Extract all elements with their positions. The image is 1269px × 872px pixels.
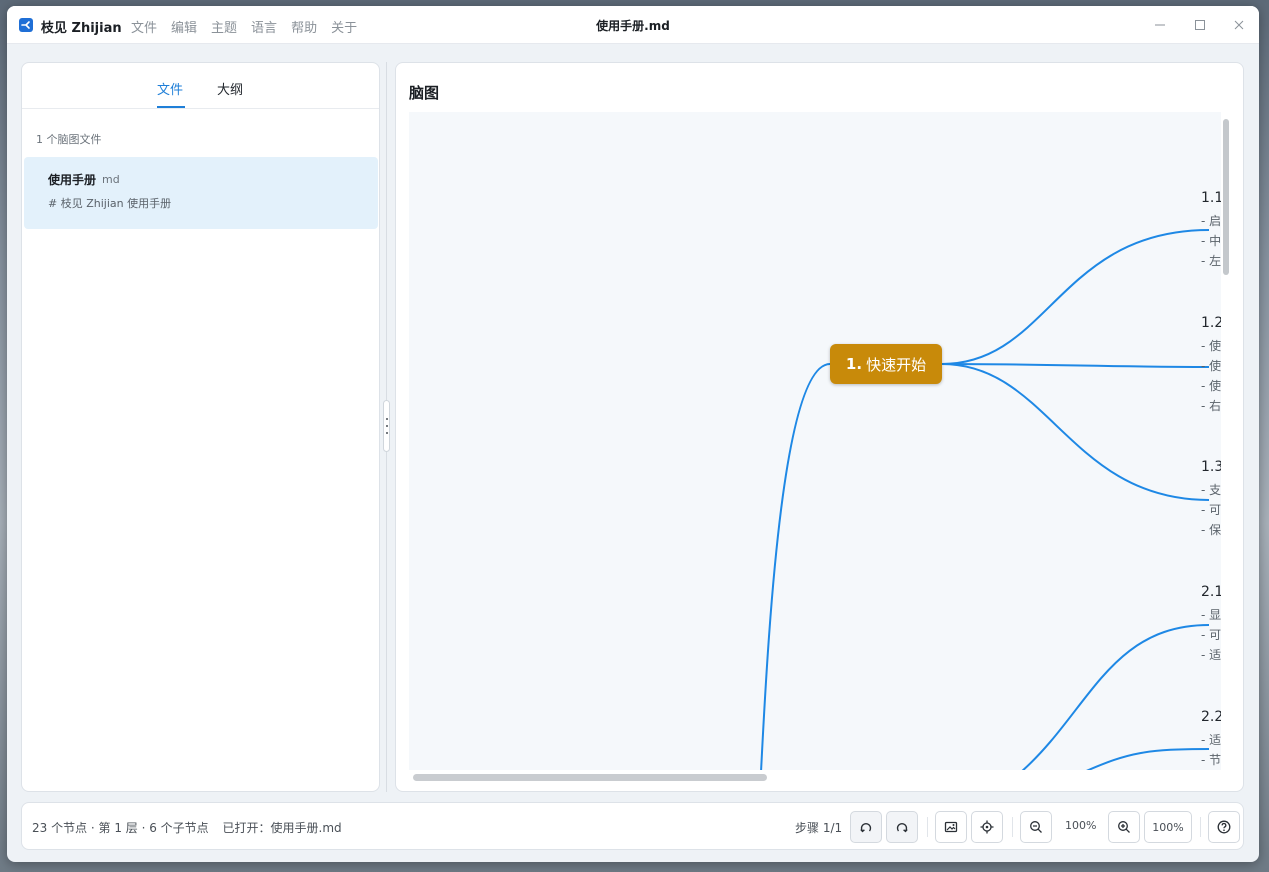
edge-1-2 <box>941 363 1210 368</box>
branch-title: 1.1 <box>1201 190 1221 206</box>
edge-root-to-parent <box>760 363 831 770</box>
grip-dot <box>386 432 388 434</box>
zoom-in-icon <box>1118 821 1130 833</box>
branch-line: - 节 <box>1201 753 1221 767</box>
horizontal-scrollbar[interactable] <box>413 774 767 781</box>
branch-line: - 可 <box>1201 628 1221 642</box>
undo-button[interactable] <box>850 811 882 843</box>
zoom-reset-button[interactable]: 100% <box>1144 811 1192 843</box>
undo-icon <box>860 822 872 833</box>
help-icon <box>1217 820 1231 834</box>
vertical-scrollbar[interactable] <box>1223 119 1229 275</box>
branch-line: - 适 <box>1201 648 1221 662</box>
sidebar-tabs: 文件 大纲 <box>22 63 379 109</box>
status-info: 23 个节点 · 第 1 层 · 6 个子节点 已打开：使用手册.md <box>32 819 352 836</box>
toolbar-divider <box>1012 817 1013 837</box>
branch-line: - 使 <box>1201 339 1221 353</box>
title-bar: 枝见 Zhijian 文件 编辑 主题 语言 帮助 关于 使用手册.md <box>7 6 1259 44</box>
tab-outline[interactable]: 大纲 <box>217 79 243 98</box>
file-count: 1 个脑图文件 <box>36 133 102 146</box>
grip-dot <box>386 425 388 427</box>
branch-line: - 启 <box>1201 214 1221 228</box>
window-title: 使用手册.md <box>596 19 670 33</box>
file-preview: # 枝见 Zhijian 使用手册 <box>48 197 172 210</box>
branch-title: 2.2 <box>1201 709 1221 725</box>
panel-title: 脑图 <box>409 84 440 102</box>
crosshair-icon <box>980 820 994 834</box>
root-node-label: 快速开始 <box>866 355 927 374</box>
step-indicator: 步骤 1/1 <box>795 821 843 835</box>
zoom-out-button[interactable] <box>1020 811 1052 843</box>
branch-line: - 支 <box>1201 483 1221 497</box>
close-button[interactable] <box>1230 16 1248 34</box>
minimize-icon <box>1155 24 1165 26</box>
branch-title: 1.2 <box>1201 315 1221 331</box>
branch-line: - 可 <box>1201 503 1221 517</box>
resize-handle[interactable] <box>383 400 390 452</box>
file-extension: md <box>102 173 120 186</box>
help-button[interactable] <box>1208 811 1240 843</box>
mindmap-panel: 脑图 1. 快速开始 1.1 - 启 - 中 - 左 1.2 <box>395 62 1244 792</box>
redo-icon <box>896 822 908 833</box>
locate-button[interactable] <box>971 811 1003 843</box>
branch-node[interactable]: 1.2 - 使 - 使 - 使 - 右 <box>1201 315 1221 417</box>
branch-line: - 中 <box>1201 234 1221 248</box>
root-node-number: 1. <box>845 355 863 373</box>
edge-2-2 <box>1086 748 1210 770</box>
branch-line: - 显 <box>1201 608 1221 622</box>
active-tab-indicator <box>157 106 185 108</box>
maximize-icon <box>1195 20 1205 30</box>
branch-line: - 右 <box>1201 399 1221 413</box>
opened-file: 已打开：使用手册.md <box>222 821 342 835</box>
edge-2-1 <box>1021 624 1210 770</box>
zoom-out-icon <box>1030 821 1042 833</box>
file-name: 使用手册 <box>48 173 97 187</box>
branch-line: - 使 <box>1201 359 1221 373</box>
file-item[interactable]: 使用手册 md # 枝见 Zhijian 使用手册 <box>24 157 378 229</box>
minimize-button[interactable] <box>1151 16 1169 34</box>
toolbar-divider <box>1200 817 1201 837</box>
maximize-button[interactable] <box>1191 16 1209 34</box>
branch-node[interactable]: 2.2 - 适 - 节 <box>1201 709 1221 770</box>
mindmap-edges <box>760 229 1210 770</box>
branch-line: - 适 <box>1201 733 1221 747</box>
branch-title: 1.3 <box>1201 459 1221 475</box>
node-count: 23 个节点 · 第 1 层 · 6 个子节点 <box>32 821 209 835</box>
sidebar: 文件 大纲 1 个脑图文件 使用手册 md # 枝见 Zhijian 使用手册 <box>21 62 380 792</box>
branch-line: - 左 <box>1201 254 1221 268</box>
mindmap-canvas[interactable]: 1. 快速开始 1.1 - 启 - 中 - 左 1.2 - 使 - 使 - 使 … <box>409 112 1221 770</box>
branch-node[interactable]: 1.3 - 支 - 可 - 保 <box>1201 459 1221 541</box>
branch-title: 2.1 <box>1201 584 1221 600</box>
close-icon <box>1234 20 1244 30</box>
zoom-in-button[interactable] <box>1108 811 1140 843</box>
root-node[interactable]: 1. 快速开始 <box>830 344 942 384</box>
toolbar-divider <box>927 817 928 837</box>
branch-line: - 使 <box>1201 379 1221 393</box>
edge-1-3 <box>941 363 1210 501</box>
tab-files[interactable]: 文件 <box>157 79 183 98</box>
grip-dot <box>386 418 388 420</box>
branch-node[interactable]: 1.1 - 启 - 中 - 左 <box>1201 190 1221 272</box>
zoom-level: 100% <box>1065 819 1097 832</box>
edge-1-1 <box>941 229 1210 365</box>
branch-node[interactable]: 2.1 - 显 - 可 - 适 <box>1201 584 1221 666</box>
image-icon <box>944 821 958 833</box>
app-window: 枝见 Zhijian 文件 编辑 主题 语言 帮助 关于 使用手册.md 文件 … <box>7 6 1259 862</box>
status-bar: 23 个节点 · 第 1 层 · 6 个子节点 已打开：使用手册.md 步骤 1… <box>21 802 1244 850</box>
export-image-button[interactable] <box>935 811 967 843</box>
redo-button[interactable] <box>886 811 918 843</box>
branch-line: - 保 <box>1201 523 1221 537</box>
